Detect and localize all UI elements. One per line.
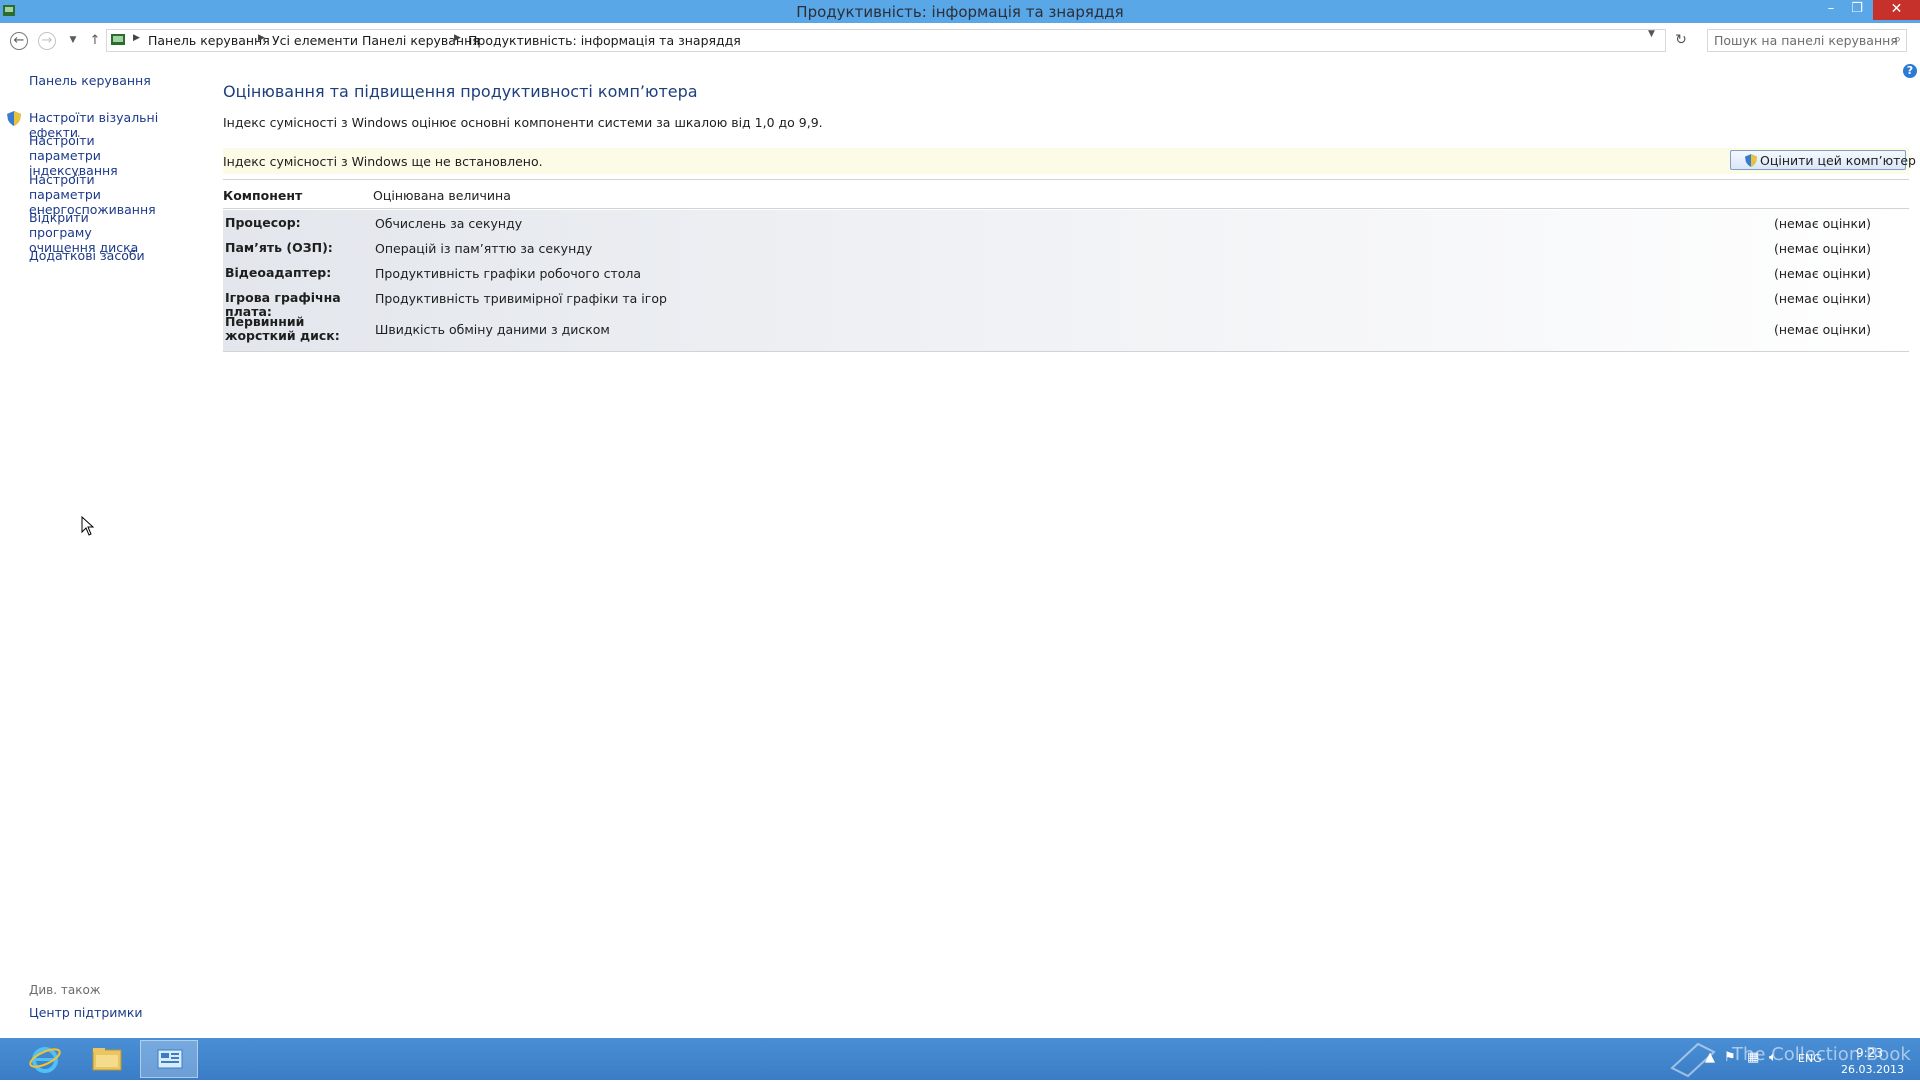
window-title: Продуктивність: інформація та знаряддя	[796, 3, 1124, 21]
see-also-heading: Див. також	[29, 983, 101, 997]
close-button[interactable]: ✕	[1873, 0, 1920, 20]
search-input[interactable]: Пошук на панелі керування ⌕	[1707, 29, 1907, 52]
breadcrumb-separator-icon[interactable]: ▶	[258, 33, 265, 43]
advanced-tools-link[interactable]: Додаткові засоби	[29, 248, 145, 263]
component-score: (немає оцінки)	[1774, 241, 1872, 256]
index-status-notice: Індекс сумісності з Windows ще не встано…	[223, 148, 1916, 174]
minimize-button[interactable]: –	[1817, 0, 1845, 20]
action-center-link[interactable]: Центр підтримки	[29, 1005, 143, 1020]
file-explorer-taskbar-button[interactable]	[78, 1040, 136, 1078]
restore-button[interactable]: ❐	[1843, 0, 1871, 20]
address-bar[interactable]: ▶ Панель керування ▶ Усі елементи Панелі…	[106, 29, 1666, 52]
component-score: (немає оцінки)	[1774, 216, 1872, 231]
admin-shield-icon	[7, 111, 21, 126]
scores-table: Процесор: Обчислень за секунду (немає оц…	[223, 210, 1909, 351]
component-measure: Продуктивність тривимірної графіки та іг…	[375, 291, 667, 306]
component-name: Пам’ять (ОЗП):	[225, 240, 333, 255]
component-measure: Продуктивність графіки робочого стола	[375, 266, 642, 281]
control-panel-icon	[157, 1049, 183, 1069]
admin-shield-icon	[1745, 154, 1757, 167]
up-arrow-icon[interactable]: ↑	[86, 32, 104, 50]
folder-icon	[92, 1048, 122, 1071]
control-panel-home-link[interactable]: Панель керування	[29, 73, 151, 88]
divider	[223, 179, 1909, 180]
breadcrumb-control-panel[interactable]: Панель керування	[148, 33, 270, 48]
internet-explorer-taskbar-button[interactable]	[16, 1040, 74, 1078]
component-name: Відеоадаптер:	[225, 265, 332, 280]
clock-date[interactable]: 26.03.2013	[1841, 1063, 1904, 1076]
component-measure: Обчислень за секунду	[375, 216, 523, 231]
title-bar: Продуктивність: інформація та знаряддя –…	[0, 0, 1920, 23]
component-measure: Швидкість обміну даними з диском	[375, 322, 610, 337]
breadcrumb-all-items[interactable]: Усі елементи Панелі керування	[272, 33, 480, 48]
control-panel-breadcrumb-icon[interactable]	[111, 34, 125, 45]
show-hidden-icons-chevron-icon[interactable]: ▲	[1705, 1050, 1715, 1065]
index-status-text: Індекс сумісності з Windows ще не встано…	[223, 154, 543, 169]
component-name: Первинний жорсткий диск:	[225, 314, 340, 343]
back-arrow-icon[interactable]: ←	[10, 32, 28, 50]
breadcrumb-separator-icon[interactable]: ▶	[133, 33, 140, 43]
component-score: (немає оцінки)	[1774, 291, 1872, 306]
watermark-text: The Collection Book	[1732, 1044, 1911, 1065]
page-title: Оцінювання та підвищення продуктивності …	[223, 82, 698, 101]
page-description: Індекс сумісності з Windows оцінює основ…	[223, 115, 823, 130]
help-icon[interactable]: ?	[1903, 64, 1917, 78]
clock-time[interactable]: 9:23	[1856, 1046, 1883, 1060]
column-header-measure: Оцінювана величина	[373, 188, 511, 203]
column-header-component: Компонент	[223, 188, 303, 203]
rate-computer-button-label: Оцінити цей комп’ютер	[1760, 153, 1916, 168]
search-placeholder: Пошук на панелі керування	[1714, 33, 1898, 48]
refresh-icon[interactable]: ↻	[1672, 31, 1690, 49]
component-score: (немає оцінки)	[1774, 266, 1872, 281]
mouse-cursor-icon	[81, 516, 95, 536]
recent-locations-chevron-icon[interactable]: ▼	[64, 32, 82, 50]
divider	[223, 208, 1909, 209]
control-panel-taskbar-button[interactable]	[140, 1040, 198, 1078]
breadcrumb-separator-icon[interactable]: ▶	[454, 33, 461, 43]
divider	[223, 351, 1909, 352]
breadcrumb-current-page[interactable]: Продуктивність: інформація та знаряддя	[468, 33, 741, 48]
internet-explorer-icon	[29, 1047, 61, 1073]
address-history-chevron-icon[interactable]: ▼	[1648, 29, 1655, 39]
forward-arrow-icon[interactable]: →	[38, 32, 56, 50]
component-score: (немає оцінки)	[1774, 322, 1872, 337]
search-icon[interactable]: ⌕	[1894, 32, 1901, 47]
navigation-bar: ← → ▼ ↑ ▶ Панель керування ▶ Усі елемент…	[0, 23, 1920, 57]
component-name: Процесор:	[225, 215, 301, 230]
rate-computer-button[interactable]: Оцінити цей комп’ютер	[1730, 150, 1916, 170]
component-measure: Операцій із пам’яттю за секунду	[375, 241, 593, 256]
taskbar: ▲ ⚑ ▦ 🔈︎ ENG	[0, 1038, 1920, 1080]
left-navigation-pane: Панель керування Настроїти візуальні ефе…	[0, 57, 210, 1037]
